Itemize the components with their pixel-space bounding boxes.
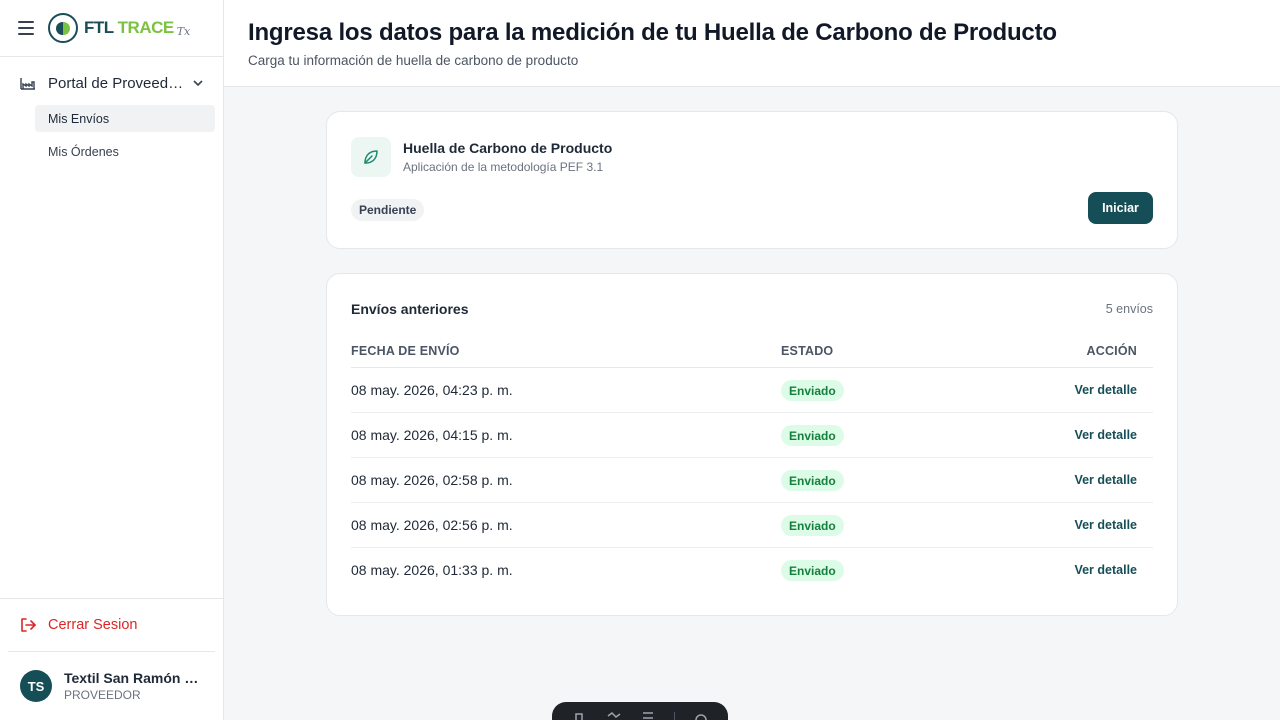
logout-icon [21,618,36,632]
sidebar-header: FTL TRACE Tx [0,0,223,57]
logout-button[interactable]: Cerrar Sesion [20,614,137,636]
column-header-status: ESTADO [781,344,834,358]
sidebar-item-mis-envios[interactable]: Mis Envíos [35,105,215,132]
toolbar-inspect-icon[interactable] [570,710,588,720]
view-detail-link[interactable]: Ver detalle [1074,383,1137,397]
gear-icon[interactable] [692,710,710,720]
logout-label: Cerrar Sesion [48,617,138,633]
column-header-action: ACCIÓN [1086,344,1137,358]
sidebar-item-mis-ordenes[interactable]: Mis Órdenes [35,138,215,165]
chevron-down-icon [193,80,203,87]
app-logo[interactable]: FTL TRACE Tx [48,13,190,43]
table-row: 08 may. 2026, 04:15 p. m. Enviado Ver de… [351,413,1153,458]
divider [8,651,215,652]
divider [0,598,223,599]
history-card: Envíos anteriores 5 envíos FECHA DE ENVÍ… [326,273,1178,616]
table-row: 08 may. 2026, 04:23 p. m. Enviado Ver de… [351,368,1153,413]
factory-icon [20,78,35,90]
view-detail-link[interactable]: Ver detalle [1074,428,1137,442]
start-button[interactable]: Iniciar [1088,192,1153,224]
table-row: 08 may. 2026, 02:56 p. m. Enviado Ver de… [351,503,1153,548]
logo-text-trace: TRACE [117,18,175,37]
sidebar-item-portal[interactable]: Portal de Proveedor... [0,70,223,96]
pcf-subtitle: Aplicación de la metodología PEF 3.1 [403,160,604,174]
pcf-card: Huella de Carbono de Producto Aplicación… [326,111,1178,249]
toolbar-wave-icon[interactable] [605,710,623,720]
status-badge: Enviado [781,560,844,581]
page-title: Ingresa los datos para la medición de tu… [248,19,1057,46]
status-badge: Enviado [781,515,844,536]
floating-toolbar [552,702,728,720]
leaf-icon [351,137,391,177]
toolbar-list-icon[interactable] [639,710,657,720]
status-badge: Enviado [781,380,844,401]
user-profile[interactable]: TS Textil San Ramón S.... PROVEEDOR [20,670,204,702]
avatar: TS [20,670,52,702]
table-row: 08 may. 2026, 01:33 p. m. Enviado Ver de… [351,548,1153,593]
sidebar: FTL TRACE Tx Portal de Proveedor... Mis … [0,0,224,720]
view-detail-link[interactable]: Ver detalle [1074,563,1137,577]
row-date: 08 may. 2026, 04:15 p. m. [351,427,513,443]
column-header-date: FECHA DE ENVÍO [351,344,460,358]
row-date: 08 may. 2026, 02:56 p. m. [351,517,513,533]
status-badge: Enviado [781,425,844,446]
view-detail-link[interactable]: Ver detalle [1074,518,1137,532]
logo-text-ftl: FTL [84,18,114,37]
row-date: 08 may. 2026, 01:33 p. m. [351,562,513,578]
history-count: 5 envíos [1105,302,1153,316]
table-row: 08 may. 2026, 02:58 p. m. Enviado Ver de… [351,458,1153,503]
row-date: 08 may. 2026, 02:58 p. m. [351,472,513,488]
user-name: Textil San Ramón S.... [64,670,204,686]
hamburger-menu-icon[interactable] [18,21,34,35]
page-header: Ingresa los datos para la medición de tu… [224,0,1280,87]
pcf-title: Huella de Carbono de Producto [403,140,613,156]
status-badge: Enviado [781,470,844,491]
user-role: PROVEEDOR [64,688,141,702]
history-title: Envíos anteriores [351,301,469,317]
row-date: 08 may. 2026, 04:23 p. m. [351,382,513,398]
sidebar-item-label: Portal de Proveedor... [48,74,186,92]
status-badge: Pendiente [351,199,425,221]
view-detail-link[interactable]: Ver detalle [1074,473,1137,487]
logo-text-tx: Tx [176,24,191,38]
page-subtitle: Carga tu información de huella de carbon… [248,53,579,68]
logo-mark [48,13,78,43]
